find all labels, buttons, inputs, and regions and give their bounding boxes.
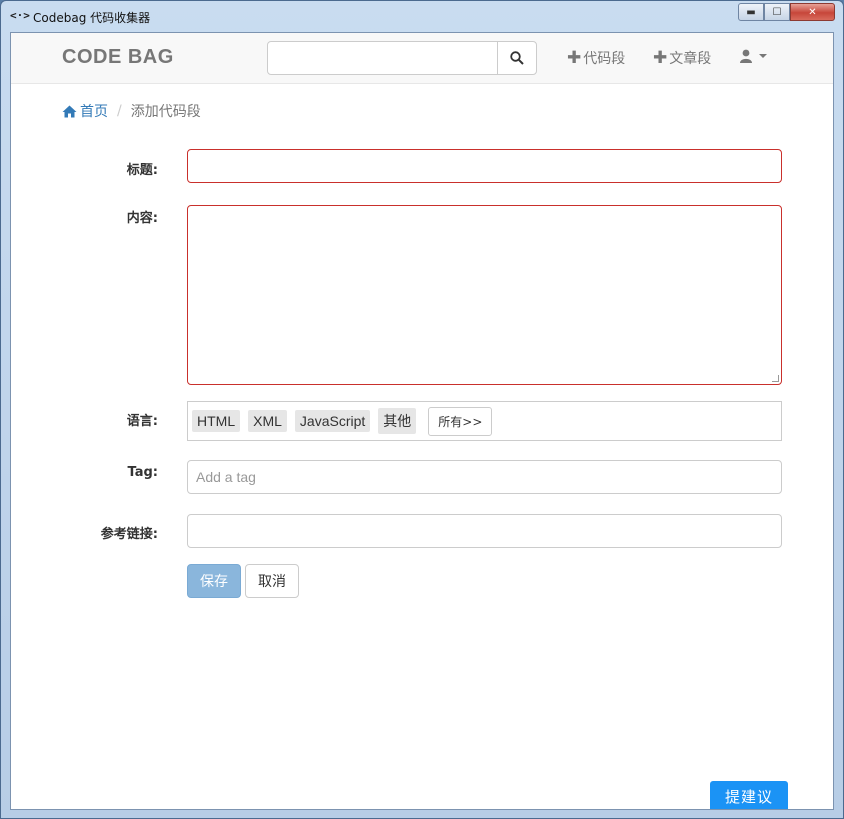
title-label: 标题: <box>126 163 158 178</box>
language-tag[interactable]: JavaScript <box>294 410 371 432</box>
language-label: 语言: <box>126 414 158 429</box>
language-tag[interactable]: HTML <box>192 410 241 432</box>
user-icon <box>740 49 752 63</box>
add-snippet-label: 代码段 <box>583 51 626 67</box>
breadcrumb: 首页 / 添加代码段 <box>62 101 201 121</box>
add-article-label: 文章段 <box>669 51 712 67</box>
search-button[interactable] <box>497 42 536 74</box>
title-input[interactable] <box>188 150 781 182</box>
maximize-button[interactable]: ☐ <box>764 3 790 21</box>
language-tag[interactable]: 其他 <box>378 408 417 434</box>
content-field <box>187 205 782 385</box>
all-languages-button[interactable]: 所有>> <box>428 406 493 436</box>
reference-link-input[interactable] <box>188 515 781 547</box>
tag-input[interactable] <box>188 461 781 493</box>
breadcrumb-home-link[interactable]: 首页 <box>62 101 108 121</box>
home-icon <box>62 105 77 117</box>
minimize-button[interactable]: ▬ <box>738 3 764 21</box>
content-label: 内容: <box>126 211 158 226</box>
user-menu-toggle[interactable] <box>739 49 767 63</box>
breadcrumb-current: 添加代码段 <box>130 104 201 120</box>
title-bar[interactable]: <·> Codebag 代码收集器 ▬ ☐ ✕ <box>1 1 843 32</box>
chevron-down-icon <box>759 54 767 58</box>
app-window: <·> Codebag 代码收集器 ▬ ☐ ✕ CODE BAG ✚ 代码段 ✚… <box>0 0 844 819</box>
code-icon: <·> <box>10 9 30 22</box>
reference-link-label: 参考链接: <box>100 527 158 542</box>
window-controls: ▬ ☐ ✕ <box>738 3 835 22</box>
brand-logo[interactable]: CODE BAG <box>62 46 174 69</box>
tag-field <box>187 460 782 494</box>
tag-label: Tag: <box>127 465 158 480</box>
breadcrumb-home-label: 首页 <box>80 104 108 120</box>
plus-icon: ✚ <box>653 48 668 68</box>
add-article-link[interactable]: ✚ 文章段 <box>653 48 711 68</box>
save-button[interactable]: 保存 <box>187 564 241 598</box>
window-title: Codebag 代码收集器 <box>33 11 151 25</box>
app-content: CODE BAG ✚ 代码段 ✚ 文章段 首页 / 添加代码段 标题: 内容: … <box>10 32 834 810</box>
content-textarea[interactable] <box>188 206 781 384</box>
search-box <box>267 41 537 75</box>
language-selector: HTML XML JavaScript 其他 所有>> <box>187 401 782 441</box>
search-input[interactable] <box>268 42 497 74</box>
plus-icon: ✚ <box>567 48 582 68</box>
resize-handle-icon[interactable] <box>772 375 779 382</box>
cancel-button[interactable]: 取消 <box>245 564 299 598</box>
title-field <box>187 149 782 183</box>
search-icon <box>510 51 524 65</box>
navbar: CODE BAG ✚ 代码段 ✚ 文章段 <box>11 33 833 84</box>
language-tag[interactable]: XML <box>248 410 287 432</box>
reference-link-field <box>187 514 782 548</box>
close-button[interactable]: ✕ <box>790 3 835 21</box>
feedback-button[interactable]: 提建议 <box>710 781 788 809</box>
breadcrumb-separator: / <box>117 103 122 119</box>
add-snippet-link[interactable]: ✚ 代码段 <box>567 48 625 68</box>
